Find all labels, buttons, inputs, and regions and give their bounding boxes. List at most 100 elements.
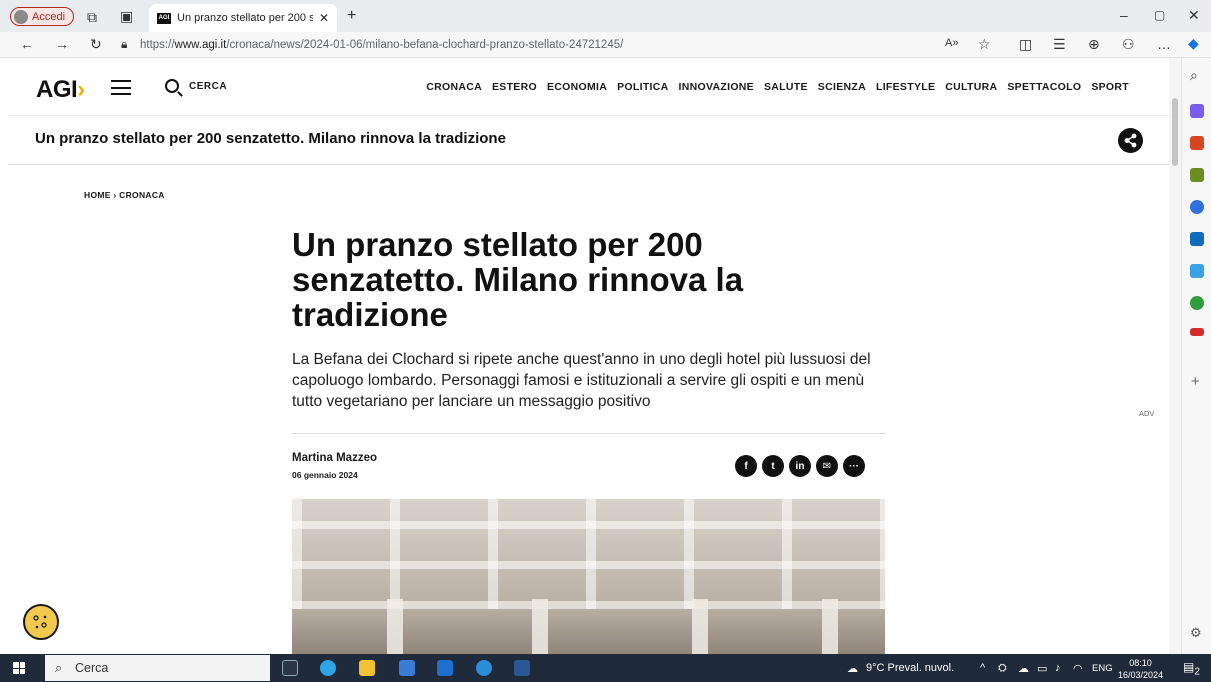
site-favicon-icon: AGI (157, 12, 171, 24)
sidebar-add-icon[interactable]: + (1191, 374, 1200, 389)
taskbar-search-field[interactable]: ⌕ Cerca (45, 655, 270, 681)
nav-item-economia[interactable]: ECONOMIA (547, 81, 607, 93)
favorite-star-icon[interactable]: ☆ (978, 37, 991, 51)
url-field[interactable]: https://www.agi.it/cronaca/news/2024-01-… (140, 39, 623, 51)
refresh-icon[interactable]: ↻ (90, 37, 102, 51)
breadcrumb[interactable]: HOME › CRONACA (84, 190, 165, 200)
close-window-icon[interactable]: ✕ (1188, 8, 1200, 22)
sidebar-games-icon[interactable] (1190, 168, 1204, 182)
more-menu-icon[interactable]: … (1157, 37, 1171, 51)
copilot-icon[interactable]: ◆ (1188, 36, 1199, 50)
sidebar-outlook-icon[interactable] (1190, 232, 1204, 246)
url-path: /cronaca/news/2024-01-06/milano-befana-c… (226, 39, 624, 51)
publish-date: 06 gennaio 2024 (292, 470, 358, 480)
new-tab-icon[interactable]: + (347, 8, 356, 24)
restore-icon[interactable]: ▢ (1154, 9, 1165, 21)
author-name[interactable]: Martina Mazzeo (292, 452, 377, 464)
workspaces-icon[interactable]: ⧉ (87, 10, 97, 24)
scrollbar-thumb[interactable] (1172, 98, 1178, 166)
taskbar-search-icon: ⌕ (55, 660, 63, 675)
hamburger-menu-icon[interactable] (111, 80, 131, 95)
share-button[interactable] (1118, 128, 1143, 153)
cookie-settings-button[interactable] (23, 604, 59, 640)
sticky-title-bar: Un pranzo stellato per 200 senzatetto. M… (8, 117, 1169, 165)
edge-taskbar-icon[interactable] (320, 660, 336, 676)
windows-taskbar: ⌕ Cerca ☁ 9°C Preval. nuvol. ^ ⛭ ☁ ▭ ♪ ◠… (0, 654, 1211, 682)
main-nav: CRONACA ESTERO ECONOMIA POLITICA INNOVAZ… (426, 81, 1129, 93)
notifications-icon[interactable]: ▤2 (1183, 660, 1200, 677)
lock-icon[interactable]: 🔒︎ (121, 38, 127, 50)
weather-text[interactable]: 9°C Preval. nuvol. (866, 662, 954, 674)
wifi-icon[interactable]: ◠ (1073, 662, 1083, 675)
sidebar-office-icon[interactable] (1190, 200, 1204, 214)
onedrive-icon[interactable]: ☁ (1018, 662, 1029, 675)
avatar-icon (14, 9, 28, 24)
notification-count: 2 (1194, 666, 1200, 678)
weather-icon[interactable]: ☁ (847, 662, 858, 675)
profile-button[interactable]: Accedi (10, 7, 75, 26)
read-aloud-icon[interactable]: A» (945, 38, 958, 49)
url-domain: www.agi.it (174, 39, 227, 51)
logo-arrow-icon: › (77, 76, 85, 103)
start-button-icon[interactable] (13, 662, 25, 674)
taskbar-clock[interactable]: 08:10 16/03/2024 (1118, 657, 1163, 681)
nav-item-salute[interactable]: SALUTE (764, 81, 808, 93)
sidebar-app-icon[interactable] (1190, 328, 1204, 336)
twitter-icon[interactable]: t (762, 455, 784, 477)
sidebar-telegram-icon[interactable] (1190, 264, 1204, 278)
sidebar-search-icon[interactable]: ⌕ (1190, 68, 1198, 82)
minimize-icon[interactable]: – (1120, 8, 1128, 22)
nav-item-innovazione[interactable]: INNOVAZIONE (679, 81, 754, 93)
email-icon[interactable]: ✉ (816, 455, 838, 477)
agi-logo[interactable]: AGI› (36, 76, 85, 104)
nav-item-cronaca[interactable]: CRONACA (426, 81, 482, 93)
search-icon[interactable] (165, 79, 179, 93)
back-icon[interactable]: ← (20, 37, 34, 51)
split-screen-icon[interactable]: ◫ (1019, 37, 1032, 51)
battery-icon[interactable]: ▭ (1037, 662, 1047, 675)
hero-pillar (692, 599, 708, 654)
edge-sidebar: ⌕ + ⚙ (1181, 58, 1211, 654)
clock-time: 08:10 (1129, 658, 1152, 668)
hero-image (292, 499, 885, 654)
file-explorer-icon[interactable] (359, 660, 375, 676)
more-share-icon[interactable]: ··· (843, 455, 865, 477)
sidebar-shopping-icon[interactable] (1190, 104, 1204, 118)
task-view-icon[interactable] (282, 660, 298, 676)
nav-item-spettacolo[interactable]: SPETTACOLO (1007, 81, 1081, 93)
adv-label: ADV (1139, 409, 1155, 418)
nav-item-politica[interactable]: POLITICA (617, 81, 668, 93)
collections-icon[interactable]: ⊕ (1088, 37, 1100, 51)
close-tab-icon[interactable]: ✕ (319, 11, 329, 25)
tray-expand-icon[interactable]: ^ (980, 662, 985, 674)
extensions-icon[interactable]: ⚇ (1122, 37, 1135, 51)
sticky-title: Un pranzo stellato per 200 senzatetto. M… (35, 130, 506, 147)
tray-apps-icon[interactable]: ⛭ (998, 662, 1007, 675)
tab-title: Un pranzo stellato per 200 senza (177, 12, 313, 24)
sidebar-settings-icon[interactable]: ⚙ (1190, 626, 1202, 639)
browser-taskbar-icon[interactable] (476, 660, 492, 676)
mail-icon[interactable] (437, 660, 453, 676)
sidebar-tools-icon[interactable] (1190, 136, 1204, 150)
nav-item-cultura[interactable]: CULTURA (945, 81, 997, 93)
sidebar-tree-icon[interactable] (1190, 296, 1204, 310)
article-headline: Un pranzo stellato per 200 senzatetto. M… (292, 226, 744, 333)
language-indicator[interactable]: ENG (1092, 663, 1113, 674)
nav-item-sport[interactable]: SPORT (1091, 81, 1129, 93)
search-label[interactable]: CERCA (189, 81, 227, 92)
active-tab[interactable]: AGI Un pranzo stellato per 200 senza ✕ (149, 4, 337, 32)
nav-item-estero[interactable]: ESTERO (492, 81, 537, 93)
forward-icon[interactable]: → (55, 37, 69, 51)
nav-item-scienza[interactable]: SCIENZA (818, 81, 866, 93)
volume-icon[interactable]: ♪ (1055, 662, 1061, 674)
word-icon[interactable] (514, 660, 530, 676)
store-icon[interactable] (399, 660, 415, 676)
nav-item-lifestyle[interactable]: LIFESTYLE (876, 81, 935, 93)
page-scrollbar[interactable] (1169, 58, 1181, 654)
linkedin-icon[interactable]: in (789, 455, 811, 477)
facebook-icon[interactable]: f (735, 455, 757, 477)
favorites-icon[interactable]: ☰ (1053, 37, 1066, 51)
tab-actions-icon[interactable]: ▣ (120, 9, 133, 23)
taskbar-search-label: Cerca (75, 661, 109, 675)
article-subhead: La Befana dei Clochard si ripete anche q… (292, 351, 871, 410)
